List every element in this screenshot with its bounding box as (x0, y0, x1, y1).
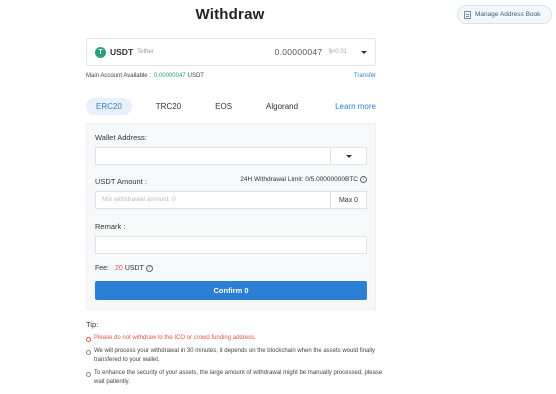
coin-usd-value: $<0.01 (328, 49, 347, 55)
network-tabs: ERC20 TRC20 EOS Algorand Learn more (86, 96, 376, 116)
tip-list: Please do not withdraw to the ICO or cro… (86, 334, 386, 391)
list-item: We will process your withdrawal in 30 mi… (86, 347, 386, 365)
remark-input[interactable] (95, 236, 367, 254)
confirm-button[interactable]: Confirm 0 (95, 281, 367, 300)
fee-row: Fee: 20 USDT ? (95, 265, 153, 272)
main-account-balance: Main Account Available : 0.00000047 USDT… (86, 73, 376, 79)
list-item: Please do not withdraw to the ICO or cro… (86, 334, 386, 343)
manage-address-book-label: Manage Address Book (475, 11, 541, 18)
remark-label: Remark : (95, 222, 126, 231)
usdt-amount-input[interactable]: Min withdrawal amount: 0 Max 0 (95, 191, 367, 209)
address-dropdown-button[interactable] (330, 148, 366, 164)
coin-symbol: USDT (110, 47, 134, 57)
info-icon[interactable]: ? (360, 176, 367, 183)
address-book-icon (464, 10, 471, 19)
tip-title: Tip: (86, 320, 99, 329)
balance-amount: 0.00000047 (153, 73, 186, 79)
transfer-link[interactable]: Transfer (354, 73, 376, 79)
tab-trc20[interactable]: TRC20 (146, 98, 191, 115)
tab-erc20[interactable]: ERC20 (86, 97, 132, 115)
balance-label: Main Account Available : (86, 73, 151, 79)
wallet-address-label: Wallet Address: (95, 133, 147, 142)
coin-select[interactable]: T USDT Tether 0.00000047 $<0.01 (86, 38, 376, 66)
list-item: To enhance the security of your assets, … (86, 369, 386, 387)
info-icon[interactable]: ? (145, 265, 153, 272)
learn-more-link[interactable]: Learn more (335, 102, 376, 111)
chevron-down-icon (345, 154, 352, 158)
chevron-down-icon (361, 50, 367, 54)
tether-icon: T (95, 46, 106, 58)
withdrawal-limit: 24H Withdrawal Limit: 0/5.00000000BTC ? (240, 176, 367, 183)
fee-label: Fee: (95, 265, 110, 272)
coin-name: Tether (137, 49, 154, 55)
coin-balance: 0.00000047 (274, 47, 323, 57)
tab-eos[interactable]: EOS (205, 98, 242, 115)
balance-unit: USDT (187, 73, 204, 79)
withdrawal-limit-text: 24H Withdrawal Limit: 0/5.00000000BTC (240, 176, 358, 183)
manage-address-book-button[interactable]: Manage Address Book (457, 5, 552, 24)
page-title: Withdraw (195, 6, 265, 23)
amount-placeholder: Min withdrawal amount: 0 (102, 196, 176, 203)
tab-algorand[interactable]: Algorand (256, 98, 308, 115)
wallet-address-input[interactable] (95, 147, 367, 165)
max-button[interactable]: Max 0 (330, 192, 366, 208)
withdraw-form: Wallet Address: USDT Amount : 24H Withdr… (86, 123, 376, 310)
usdt-amount-label: USDT Amount : (95, 177, 147, 186)
fee-value: 20 (115, 265, 123, 272)
fee-unit: USDT (124, 265, 144, 272)
